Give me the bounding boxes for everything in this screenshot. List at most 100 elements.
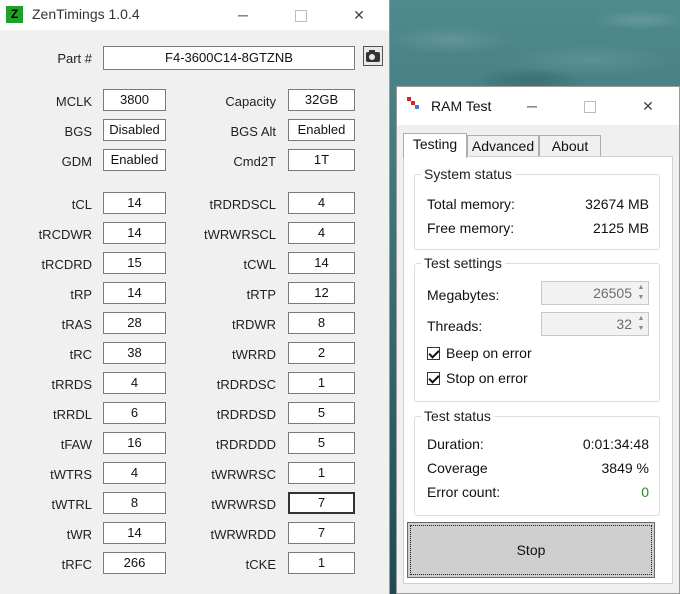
zentimings-window: Z ZenTimings 1.0.4 ─ ✕ Part # F4-3600C14… [0,0,390,594]
timing-value: Enabled [288,119,355,141]
maximize-icon [584,101,596,114]
timing-label: tFAW [60,437,92,452]
ramtest-window-title: RAM Test [431,98,492,114]
timing-value: 6 [103,402,166,424]
part-number-field: F4-3600C14-8GTZNB [103,46,355,70]
tab-advanced[interactable]: Advanced [467,135,539,157]
tab-about[interactable]: About [539,135,601,157]
timing-label: tRDWR [231,317,276,332]
timing-value: 7 [288,522,355,544]
group-title: Test status [421,408,494,424]
timing-label: tRCDRD [41,257,92,272]
timing-label: tWTRL [51,497,92,512]
total-memory-label: Total memory: [427,196,515,212]
timing-value: 14 [103,282,166,304]
minimize-button[interactable]: ─ [220,0,266,30]
spin-up-icon[interactable]: ▲ [635,314,647,324]
duration-value: 0:01:34:48 [582,436,649,452]
maximize-icon [295,10,307,23]
timing-label: GDM [61,154,92,169]
checkbox-checked-icon [427,372,440,385]
ramtest-close-button[interactable]: ✕ [625,91,671,121]
ramtest-title-bar[interactable]: RAM Test ─ ✕ [397,87,679,125]
system-status-group: System status Total memory: 32674 MB Fre… [414,166,660,250]
window-title: ZenTimings 1.0.4 [32,6,140,22]
timing-label: MCLK [55,94,92,109]
timing-label: tRC [69,347,92,362]
tab-testing[interactable]: Testing [403,133,467,158]
stop-on-error-label: Stop on error [446,370,528,386]
group-title: Test settings [421,255,505,271]
test-status-group: Test status Duration: 0:01:34:48 Coverag… [414,408,660,516]
maximize-button[interactable] [278,0,324,30]
timing-label: tRAS [61,317,92,332]
timing-value: 14 [103,192,166,214]
timing-label: tRRDS [51,377,92,392]
timing-label: tWRWRSD [211,497,276,512]
timing-value: 1 [288,462,355,484]
timing-value: 2 [288,342,355,364]
testing-panel: System status Total memory: 32674 MB Fre… [403,156,673,584]
timing-label: tCKE [245,557,276,572]
timing-label: tRDRDSC [216,377,276,392]
stop-button[interactable]: Stop [407,522,655,578]
beep-on-error-label: Beep on error [446,345,532,361]
timing-value: 4 [288,192,355,214]
timing-value: 12 [288,282,355,304]
timing-label: tRTP [246,287,276,302]
zentimings-title-bar[interactable]: Z ZenTimings 1.0.4 ─ ✕ [0,0,389,30]
threads-value: 32 [616,316,632,332]
timing-label: tRRDL [52,407,92,422]
timing-value: 32GB [288,89,355,111]
checkbox-checked-icon [427,347,440,360]
ramtest-minimize-button[interactable]: ─ [509,91,555,121]
timing-value: 1T [288,149,355,171]
timing-value: 1 [288,372,355,394]
timing-label: tRDRDSD [216,407,276,422]
timing-label: Capacity [225,94,276,109]
timing-value: 14 [103,222,166,244]
timing-label: tWRRD [231,347,276,362]
screenshot-button[interactable] [363,46,383,66]
spin-down-icon[interactable]: ▼ [635,324,647,334]
timing-value: 5 [288,432,355,454]
coverage-label: Coverage [427,460,488,476]
megabytes-value: 26505 [593,285,632,301]
timing-label: tRFC [61,557,92,572]
timing-value: Enabled [103,149,166,171]
free-memory-label: Free memory: [427,220,515,236]
group-title: System status [421,166,515,182]
stop-on-error-checkbox[interactable]: Stop on error [427,370,528,386]
megabytes-spinner[interactable]: 26505 ▲ ▼ [541,281,649,305]
timing-value: 14 [288,252,355,274]
timing-label: tCL [71,197,92,212]
timing-value: 28 [103,312,166,334]
timing-value: 16 [103,432,166,454]
spin-up-icon[interactable]: ▲ [635,283,647,293]
timing-value: 3800 [103,89,166,111]
timing-value: 4 [103,372,166,394]
timing-label: tRCDWR [38,227,92,242]
timing-value: 7 [288,492,355,514]
timing-value: 8 [288,312,355,334]
timing-label: tWTRS [50,467,92,482]
timing-value: 8 [103,492,166,514]
total-memory-value: 32674 MB [585,196,649,212]
megabytes-label: Megabytes: [427,287,500,303]
spin-down-icon[interactable]: ▼ [635,293,647,303]
zentimings-logo-icon: Z [6,6,23,23]
timing-label: BGS Alt [230,124,276,139]
test-settings-group: Test settings Megabytes: 26505 ▲ ▼ Threa… [414,255,660,402]
error-count-value: 0 [641,484,649,500]
timing-value: 1 [288,552,355,574]
ramtest-maximize-button[interactable] [567,91,613,121]
threads-spinner[interactable]: 32 ▲ ▼ [541,312,649,336]
coverage-value: 3849 % [601,460,649,476]
timing-value: 5 [288,402,355,424]
close-button[interactable]: ✕ [336,0,382,30]
timing-label: tWRWRDD [210,527,276,542]
beep-on-error-checkbox[interactable]: Beep on error [427,345,532,361]
timing-label: tRDRDDD [216,437,276,452]
timing-label: tWRWRSC [211,467,276,482]
ramtest-app-icon [407,97,421,111]
